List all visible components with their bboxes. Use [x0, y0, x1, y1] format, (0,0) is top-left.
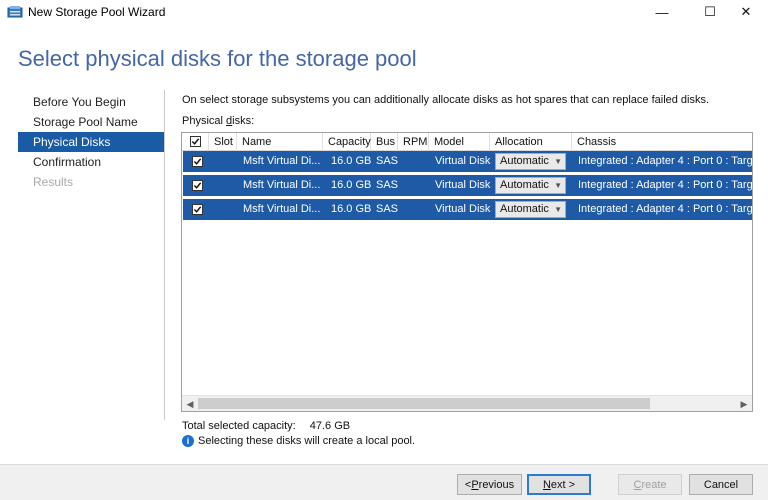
cell-rpm	[399, 199, 430, 220]
nav-item-confirmation[interactable]: Confirmation	[18, 152, 164, 172]
column-header-bus[interactable]: Bus	[371, 133, 398, 151]
cell-bus: SAS	[376, 203, 399, 215]
button-text: revious	[478, 478, 515, 491]
select-all-checkbox[interactable]	[190, 136, 201, 147]
allocation-value: Automatic	[500, 179, 549, 191]
button-accesskey: C	[633, 478, 642, 491]
close-button[interactable]: ✕	[724, 0, 768, 24]
cell-slot	[209, 151, 237, 172]
cell-chassis: Integrated : Adapter 4 : Port 0 : Target…	[578, 179, 753, 191]
scroll-left-icon[interactable]: ◀	[183, 398, 197, 410]
window-title: New Storage Pool Wizard	[28, 5, 166, 19]
column-header-allocation[interactable]: Allocation	[490, 133, 572, 151]
allocation-value: Automatic	[500, 203, 549, 215]
cell-model: Virtual Disk	[435, 179, 491, 191]
previous-button[interactable]: < Previous	[457, 474, 522, 495]
cell-chassis: Integrated : Adapter 4 : Port 0 : Target…	[578, 203, 753, 215]
page-title: Select physical disks for the storage po…	[18, 46, 417, 71]
column-header-chassis[interactable]: Chassis	[572, 133, 752, 151]
close-icon: ✕	[740, 4, 752, 19]
info-icon: i	[182, 435, 194, 447]
button-text: reate	[641, 478, 667, 491]
grid-header: Slot Name Capacity Bus RPM Model Allocat…	[182, 133, 752, 151]
wizard-footer: < Previous Next > Create Cancel	[0, 464, 768, 500]
cell-rpm	[399, 175, 430, 196]
button-accesskey: N	[542, 478, 551, 491]
cell-chassis: Integrated : Adapter 4 : Port 0 : Target…	[578, 155, 753, 167]
chevron-down-icon: ▼	[554, 205, 562, 214]
cell-capacity: 16.0 GB	[331, 203, 372, 215]
cell-name: Msft Virtual Di...	[243, 179, 321, 191]
nav-divider	[164, 90, 165, 420]
scroll-right-icon[interactable]: ▶	[737, 398, 751, 410]
column-header-model[interactable]: Model	[429, 133, 490, 151]
info-text: Selecting these disks will create a loca…	[198, 435, 416, 447]
allocation-dropdown[interactable]: Automatic ▼	[495, 201, 566, 218]
create-button: Create	[618, 474, 682, 495]
table-row[interactable]: Msft Virtual Di... 16.0 GB SAS Virtual D…	[183, 199, 753, 220]
button-text: ext >	[550, 478, 576, 491]
chevron-down-icon: ▼	[554, 157, 562, 166]
column-header-rpm[interactable]: RPM	[398, 133, 429, 151]
title-bar: New Storage Pool Wizard — ☐ ✕	[0, 0, 768, 24]
cell-model: Virtual Disk	[435, 203, 491, 215]
cell-name: Msft Virtual Di...	[243, 155, 321, 167]
checkmark-icon	[193, 158, 202, 165]
table-row[interactable]: Msft Virtual Di... 16.0 GB SAS Virtual D…	[183, 151, 753, 172]
storage-pool-icon	[7, 6, 23, 18]
minimize-button[interactable]: —	[640, 0, 684, 24]
checkmark-icon	[191, 138, 200, 145]
intro-text: On select storage subsystems you can add…	[182, 94, 710, 106]
nav-item-physical-disks[interactable]: Physical Disks	[18, 132, 164, 152]
cell-slot	[209, 175, 237, 196]
physical-disks-grid[interactable]: Slot Name Capacity Bus RPM Model Allocat…	[181, 132, 753, 412]
scrollbar-thumb[interactable]	[198, 398, 650, 409]
label-part: Physical	[182, 115, 227, 127]
allocation-dropdown[interactable]: Automatic ▼	[495, 177, 566, 194]
cancel-button[interactable]: Cancel	[689, 474, 753, 495]
row-checkbox[interactable]	[192, 156, 203, 167]
checkmark-icon	[193, 182, 202, 189]
row-checkbox[interactable]	[192, 180, 203, 191]
next-button[interactable]: Next >	[527, 474, 591, 495]
allocation-dropdown[interactable]: Automatic ▼	[495, 153, 566, 170]
nav-item-before-you-begin[interactable]: Before You Begin	[18, 92, 164, 112]
row-checkbox[interactable]	[192, 204, 203, 215]
minimize-icon: —	[655, 4, 669, 20]
cell-capacity: 16.0 GB	[331, 179, 372, 191]
allocation-value: Automatic	[500, 155, 549, 167]
cell-bus: SAS	[376, 155, 399, 167]
horizontal-scrollbar[interactable]: ◀ ▶	[182, 395, 752, 411]
cell-model: Virtual Disk	[435, 155, 491, 167]
label-part: isks:	[232, 115, 255, 127]
column-header-capacity[interactable]: Capacity	[323, 133, 371, 151]
nav-item-results: Results	[33, 175, 74, 189]
nav-item-storage-pool-name[interactable]: Storage Pool Name	[18, 112, 164, 132]
capacity-label: Total selected capacity:	[182, 420, 296, 432]
wizard-nav: Before You Begin Storage Pool Name Physi…	[18, 92, 164, 192]
cell-rpm	[399, 151, 430, 172]
column-header-slot[interactable]: Slot	[209, 133, 237, 151]
button-accesskey: P	[471, 478, 479, 491]
maximize-icon: ☐	[704, 4, 716, 19]
capacity-value: 47.6 GB	[309, 420, 351, 432]
chevron-down-icon: ▼	[554, 181, 562, 190]
column-header-name[interactable]: Name	[237, 133, 323, 151]
checkmark-icon	[193, 206, 202, 213]
cell-capacity: 16.0 GB	[331, 155, 372, 167]
physical-disks-label: Physical disks:	[182, 115, 254, 127]
header-select-all[interactable]	[182, 133, 209, 151]
cell-bus: SAS	[376, 179, 399, 191]
cell-slot	[209, 199, 237, 220]
table-row[interactable]: Msft Virtual Di... 16.0 GB SAS Virtual D…	[183, 175, 753, 196]
info-message: i Selecting these disks will create a lo…	[182, 435, 415, 447]
total-capacity: Total selected capacity: 47.6 GB	[182, 420, 350, 432]
cell-name: Msft Virtual Di...	[243, 203, 321, 215]
